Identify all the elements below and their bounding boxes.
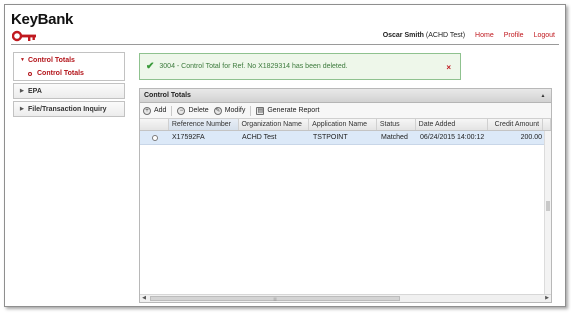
sidebar: ▼ Control Totals Control Totals ▶ EPA ▶ …: [13, 52, 125, 119]
profile-link[interactable]: Profile: [504, 32, 524, 39]
triangle-down-icon: ▼: [20, 57, 25, 63]
sidebar-subitem-label: Control Totals: [37, 70, 84, 77]
horizontal-scrollbar[interactable]: ◀ ||| ▶: [140, 294, 551, 302]
user-display: Oscar Smith (ACHD Test): [383, 32, 465, 39]
control-totals-panel: Control Totals ▲ + Add − Delete ✎ Modify…: [139, 88, 552, 303]
user-name: Oscar Smith: [382, 32, 424, 39]
row-select-cell: [140, 131, 169, 144]
header-divider: [11, 44, 559, 45]
collapse-icon[interactable]: ▲: [539, 92, 547, 100]
home-link[interactable]: Home: [475, 32, 494, 39]
select-column-header: [140, 119, 169, 130]
sidebar-group-inquiry: ▶ File/Transaction Inquiry: [13, 101, 125, 117]
delete-icon: −: [177, 106, 186, 115]
column-header-date-added[interactable]: Date Added: [416, 119, 489, 130]
vertical-scroll-thumb[interactable]: [546, 201, 550, 211]
sidebar-item-label: Control Totals: [28, 56, 75, 64]
sidebar-item-label: EPA: [28, 87, 42, 95]
vertical-scrollbar[interactable]: [544, 131, 551, 294]
sidebar-group-control-totals: ▼ Control Totals Control Totals: [13, 52, 125, 81]
sidebar-item-file-transaction-inquiry[interactable]: ▶ File/Transaction Inquiry: [14, 102, 124, 116]
sidebar-item-label: File/Transaction Inquiry: [28, 105, 107, 113]
delete-button[interactable]: − Delete: [177, 106, 209, 115]
sidebar-item-epa[interactable]: ▶ EPA: [14, 84, 124, 98]
toolbar-separator: [250, 105, 252, 116]
close-icon[interactable]: ×: [446, 63, 451, 72]
user-org: (ACHD Test): [425, 32, 466, 39]
printer-icon: ▤: [256, 106, 265, 115]
cell-date-added: 06/24/2015 14:00:12: [420, 134, 485, 141]
sidebar-subitem-control-totals[interactable]: Control Totals: [14, 67, 124, 80]
cell-application-name: TSTPOINT: [313, 134, 348, 141]
logout-link[interactable]: Logout: [534, 32, 555, 39]
grid-toolbar: + Add − Delete ✎ Modify ▤ Generate Repor…: [140, 103, 551, 119]
user-nav: Oscar Smith (ACHD Test) Home Profile Log…: [383, 32, 555, 39]
panel-header: Control Totals ▲: [140, 89, 551, 103]
check-icon: ✔: [146, 61, 155, 72]
sidebar-group-epa: ▶ EPA: [13, 83, 125, 99]
column-header-credit-amount[interactable]: Credit Amount: [488, 119, 544, 130]
cell-organization-name: ACHD Test: [242, 134, 277, 141]
bullet-circle-icon: [28, 71, 32, 76]
column-header-reference-number[interactable]: Reference Number: [168, 119, 239, 130]
horizontal-scroll-thumb[interactable]: |||: [150, 296, 400, 301]
keybank-logo[interactable]: KeyBank: [11, 11, 74, 42]
cell-reference-number: X17592FA: [172, 134, 205, 141]
add-button[interactable]: + Add: [143, 106, 167, 115]
cell-status: Matched: [381, 134, 408, 141]
sidebar-item-control-totals[interactable]: ▼ Control Totals: [14, 53, 124, 67]
panel-title: Control Totals: [144, 92, 191, 99]
key-icon: [12, 30, 36, 42]
brand-name: KeyBank: [11, 11, 74, 28]
row-radio[interactable]: [152, 134, 158, 141]
column-header-overflow: [543, 119, 551, 130]
add-icon: +: [143, 106, 151, 115]
grid-header: Reference Number Organization Name Appli…: [140, 119, 551, 131]
generate-report-label: Generate Report: [267, 107, 320, 114]
cell-credit-amount: 200.00: [520, 134, 542, 141]
add-label: Add: [154, 107, 167, 114]
generate-report-button[interactable]: ▤ Generate Report: [256, 106, 320, 115]
alert-message: 3004 - Control Total for Ref. No X182931…: [159, 63, 348, 70]
scroll-left-icon[interactable]: ◀: [140, 295, 148, 302]
table-row[interactable]: X17592FA ACHD Test TSTPOINT Matched 06/2…: [140, 131, 551, 145]
toolbar-separator: [171, 105, 173, 116]
success-alert: ✔ 3004 - Control Total for Ref. No X1829…: [139, 53, 461, 80]
triangle-right-icon: ▶: [20, 88, 24, 94]
delete-label: Delete: [188, 107, 209, 114]
column-header-status[interactable]: Status: [377, 119, 416, 130]
triangle-right-icon: ▶: [20, 106, 24, 112]
modify-label: Modify: [224, 107, 246, 114]
column-header-organization-name[interactable]: Organization Name: [239, 119, 310, 130]
modify-button[interactable]: ✎ Modify: [213, 106, 246, 115]
edit-icon: ✎: [213, 106, 222, 115]
scroll-right-icon[interactable]: ▶: [543, 295, 551, 302]
column-header-application-name[interactable]: Application Name: [309, 119, 377, 130]
